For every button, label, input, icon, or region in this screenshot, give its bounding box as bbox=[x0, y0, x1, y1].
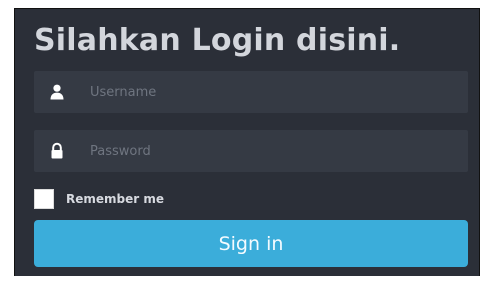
password-field[interactable] bbox=[34, 130, 468, 172]
remember-me-label: Remember me bbox=[66, 192, 164, 206]
username-field[interactable] bbox=[34, 71, 468, 113]
remember-me-checkbox[interactable] bbox=[34, 189, 54, 209]
user-icon bbox=[48, 83, 66, 101]
username-input[interactable] bbox=[90, 71, 450, 113]
password-input[interactable] bbox=[90, 130, 450, 172]
lock-icon bbox=[48, 142, 66, 160]
remember-me[interactable]: Remember me bbox=[34, 188, 164, 210]
login-panel: Silahkan Login disini. Remember me Sign … bbox=[14, 8, 480, 276]
page-title: Silahkan Login disini. bbox=[34, 23, 401, 58]
sign-in-button[interactable]: Sign in bbox=[34, 220, 468, 267]
